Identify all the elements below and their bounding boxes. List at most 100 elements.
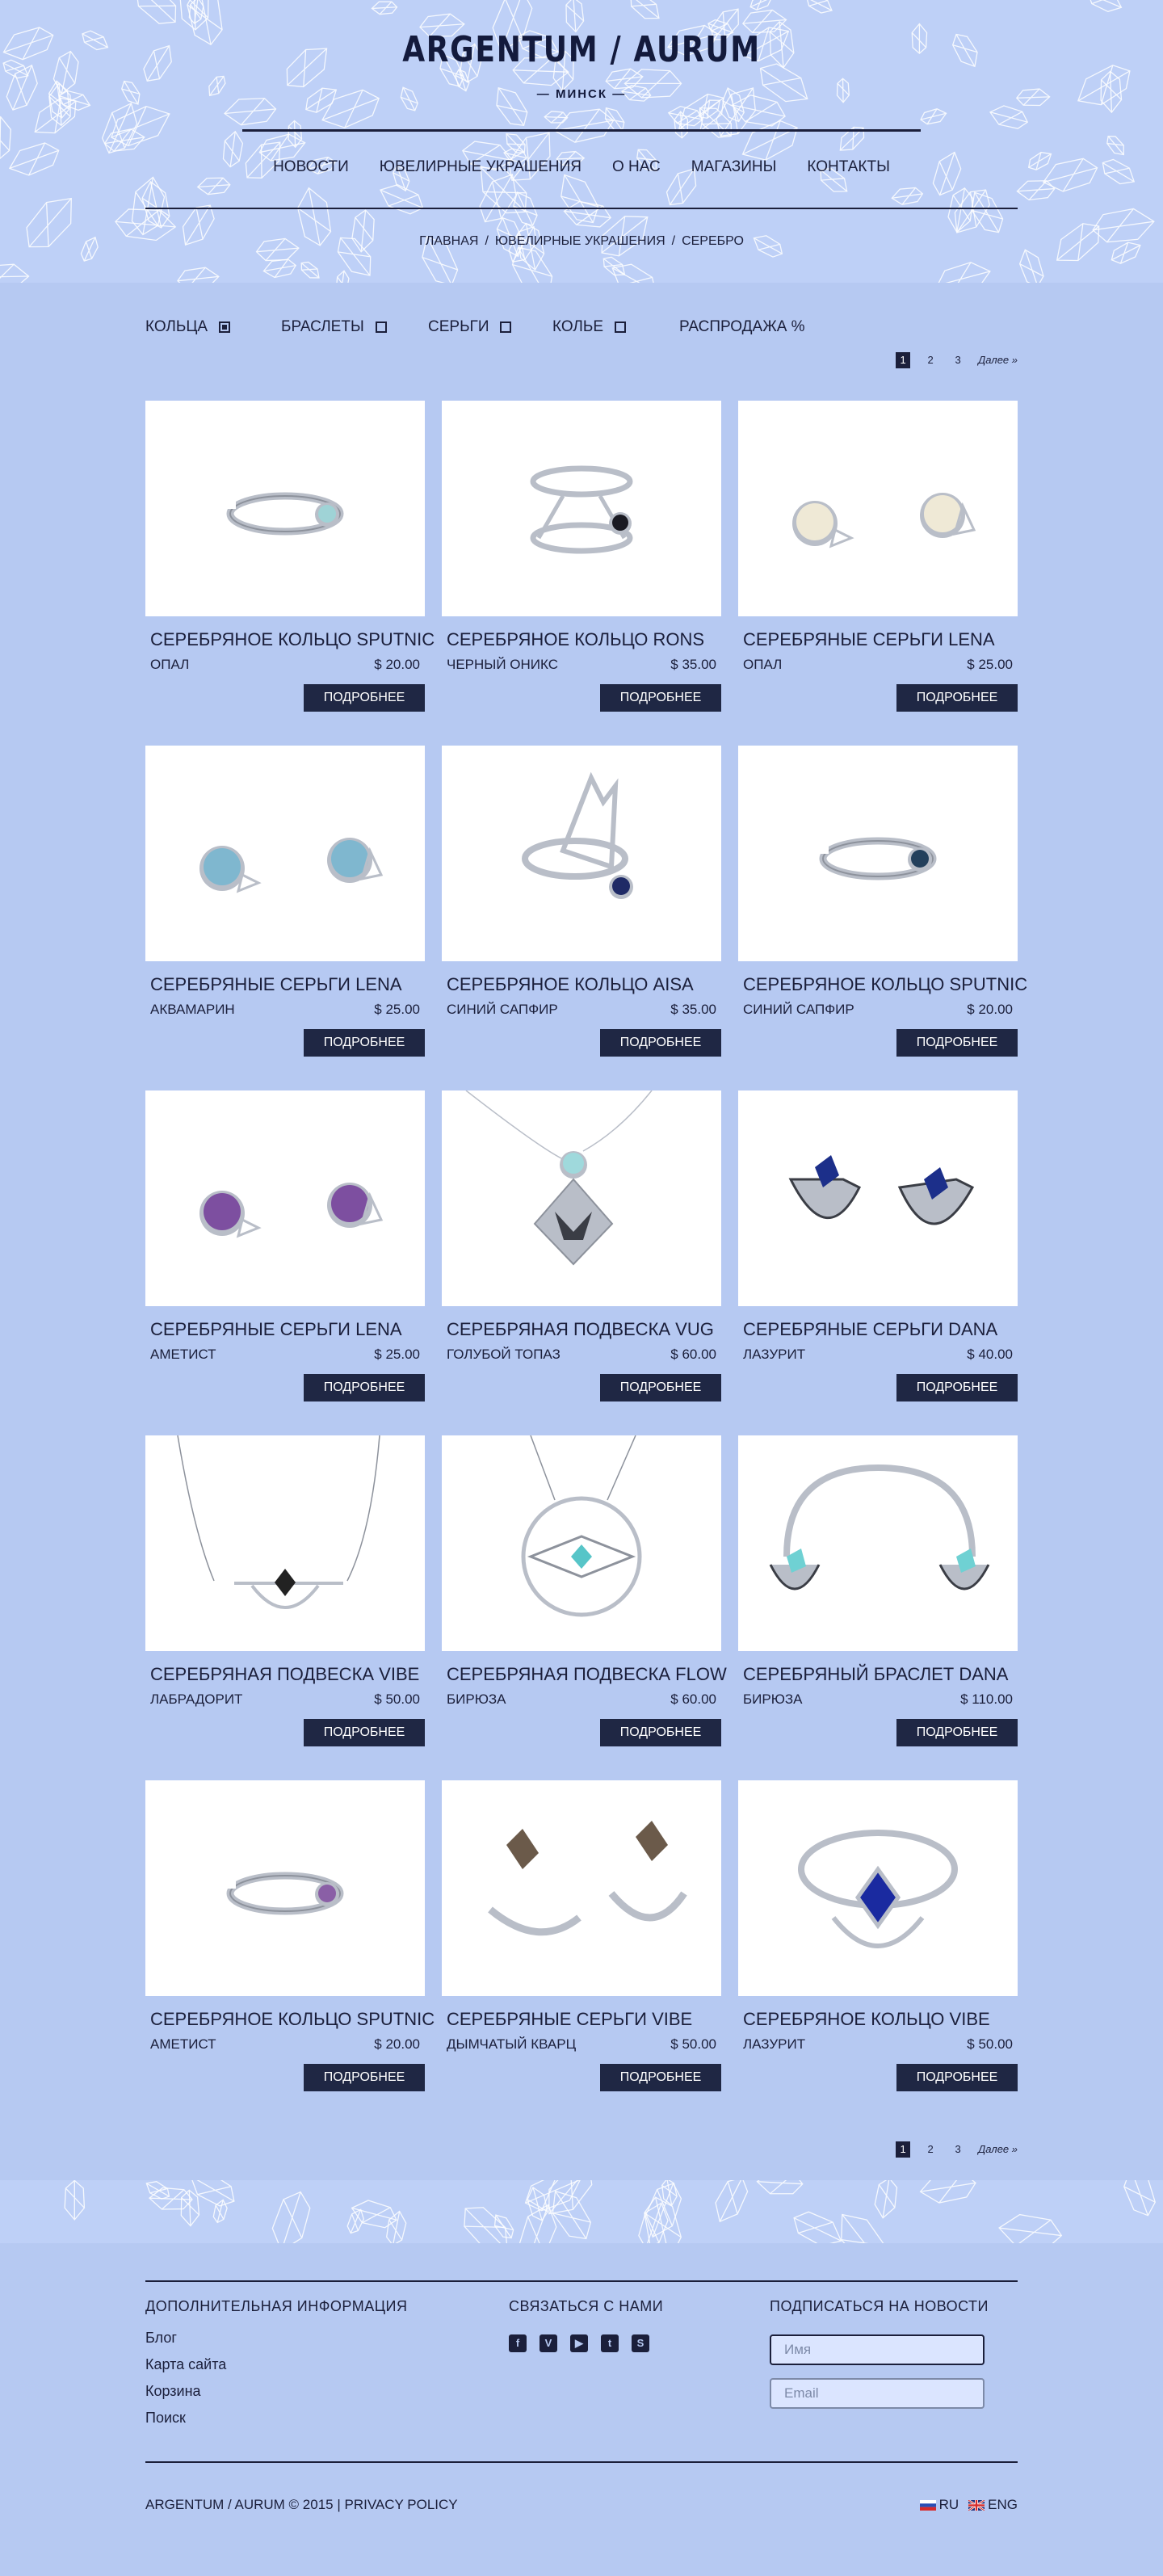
details-button[interactable]: ПОДРОБНЕЕ — [896, 1374, 1018, 1401]
product-name[interactable]: СЕРЕБРЯНЫЕ СЕРЬГИ LENA — [150, 974, 425, 995]
details-button[interactable]: ПОДРОБНЕЕ — [600, 1374, 721, 1401]
details-button[interactable]: ПОДРОБНЕЕ — [600, 684, 721, 712]
product-name[interactable]: СЕРЕБРЯНОЕ КОЛЬЦО RONS — [447, 629, 721, 650]
product-price: $ 50.00 — [374, 1691, 420, 1707]
page-link-2[interactable]: 2 — [923, 352, 938, 368]
name-field[interactable]: Имя — [770, 2334, 985, 2365]
product-name[interactable]: СЕРЕБРЯНЫЕ СЕРЬГИ LENA — [150, 1319, 425, 1340]
details-button[interactable]: ПОДРОБНЕЕ — [304, 1719, 425, 1746]
filter-checkbox[interactable] — [615, 321, 627, 333]
product-image[interactable] — [738, 1090, 1018, 1306]
skype-icon[interactable]: S — [632, 2334, 649, 2352]
details-button[interactable]: ПОДРОБНЕЕ — [896, 1029, 1018, 1057]
filter-0[interactable]: КОЛЬЦА — [145, 318, 231, 336]
product-price: $ 20.00 — [374, 657, 420, 672]
product-name[interactable]: СЕРЕБРЯНЫЕ СЕРЬГИ VIBE — [447, 2009, 721, 2030]
product-stone: ЧЕРНЫЙ ОНИКС — [447, 657, 558, 672]
lang-ru[interactable]: RU — [919, 2497, 959, 2513]
page-link-3[interactable]: 3 — [951, 2141, 965, 2158]
nav-item-1[interactable]: ЮВЕЛИРНЫЕ УКРАШЕНИЯ — [380, 158, 582, 176]
page-link-1[interactable]: 1 — [896, 352, 911, 368]
nav-item-0[interactable]: НОВОСТИ — [273, 158, 349, 176]
page-link-2[interactable]: 2 — [923, 2141, 938, 2158]
breadcrumb-item[interactable]: ГЛАВНАЯ — [419, 234, 478, 248]
product-name[interactable]: СЕРЕБРЯНОЕ КОЛЬЦО SPUTNIC — [743, 974, 1027, 995]
product-image[interactable] — [738, 1780, 1018, 1996]
details-button[interactable]: ПОДРОБНЕЕ — [304, 2064, 425, 2091]
details-button[interactable]: ПОДРОБНЕЕ — [304, 684, 425, 712]
product-card: СЕРЕБРЯНАЯ ПОДВЕСКА VUG ГОЛУБОЙ ТОПАЗ $ 60… — [442, 1090, 721, 1435]
product-actions: ПОДРОБНЕЕ — [442, 1719, 721, 1746]
product-name[interactable]: СЕРЕБРЯНАЯ ПОДВЕСКА VIBE — [150, 1664, 425, 1685]
product-image[interactable] — [442, 746, 721, 961]
product-image[interactable] — [145, 746, 425, 961]
product-name[interactable]: СЕРЕБРЯНАЯ ПОДВЕСКА VUG — [447, 1319, 721, 1340]
page-next-link[interactable]: Далее » — [978, 2141, 1018, 2158]
product-name[interactable]: СЕРЕБРЯНОЕ КОЛЬЦО AISA — [447, 974, 721, 995]
twitter-icon[interactable]: t — [601, 2334, 619, 2352]
product-image[interactable] — [442, 401, 721, 616]
footer-link[interactable]: Корзина — [145, 2383, 408, 2400]
footer-link[interactable]: Блог — [145, 2330, 408, 2347]
product-image[interactable] — [145, 1780, 425, 1996]
nav-item-3[interactable]: МАГАЗИНЫ — [691, 158, 777, 176]
product-stone: ДЫМЧАТЫЙ КВАРЦ — [447, 2036, 577, 2052]
product-image[interactable] — [738, 401, 1018, 616]
product-image[interactable] — [442, 1435, 721, 1651]
page-link-3[interactable]: 3 — [951, 352, 965, 368]
filter-label: СЕРЬГИ — [428, 318, 489, 335]
product-name[interactable]: СЕРЕБРЯНЫЕ СЕРЬГИ LENA — [743, 629, 1018, 650]
page-link-1[interactable]: 1 — [896, 2141, 911, 2158]
product-name[interactable]: СЕРЕБРЯНОЕ КОЛЬЦО SPUTNIC — [150, 629, 435, 650]
product-stone: АКВАМАРИН — [150, 1002, 235, 1017]
filter-1[interactable]: БРАСЛЕТЫ — [281, 318, 387, 336]
product-actions: ПОДРОБНЕЕ — [442, 1374, 721, 1401]
details-button[interactable]: ПОДРОБНЕЕ — [600, 1029, 721, 1057]
filter-3[interactable]: КОЛЬЕ — [552, 318, 627, 336]
footer-link[interactable]: Поиск — [145, 2410, 408, 2427]
product-actions: ПОДРОБНЕЕ — [738, 2064, 1018, 2091]
nav-item-4[interactable]: КОНТАКТЫ — [807, 158, 890, 176]
product-image[interactable] — [145, 1090, 425, 1306]
details-button[interactable]: ПОДРОБНЕЕ — [896, 1719, 1018, 1746]
product-name[interactable]: СЕРЕБРЯНЫЕ СЕРЬГИ DANA — [743, 1319, 1018, 1340]
filter-checkbox[interactable] — [375, 321, 387, 333]
product-image[interactable] — [738, 746, 1018, 961]
youtube-icon[interactable]: ▶ — [570, 2334, 588, 2352]
product-image[interactable] — [738, 1435, 1018, 1651]
page-next-link[interactable]: Далее » — [978, 352, 1018, 368]
details-button[interactable]: ПОДРОБНЕЕ — [304, 1374, 425, 1401]
product-image[interactable] — [145, 401, 425, 616]
footer-link[interactable]: Карта сайта — [145, 2356, 408, 2373]
product-name[interactable]: СЕРЕБРЯНОЕ КОЛЬЦО SPUTNIC — [150, 2009, 435, 2030]
filter-4[interactable]: РАСПРОДАЖА % — [679, 318, 805, 336]
copyright[interactable]: ARGENTUM / AURUM © 2015 | PRIVACY POLICY — [145, 2497, 458, 2513]
filter-checkbox[interactable] — [219, 321, 231, 333]
product-name[interactable]: СЕРЕБРЯНОЕ КОЛЬЦО VIBE — [743, 2009, 1018, 2030]
breadcrumb-item[interactable]: ЮВЕЛИРНЫЕ УКРАШЕНИЯ — [495, 234, 665, 248]
site-logo[interactable]: ARGENTUM / AURUM — [105, 29, 1059, 70]
product-stone: АМЕТИСТ — [150, 1347, 216, 1362]
nav-item-2[interactable]: О НАС — [612, 158, 661, 176]
product-image[interactable] — [442, 1090, 721, 1306]
vimeo-icon[interactable]: V — [540, 2334, 557, 2352]
product-name[interactable]: СЕРЕБРЯНАЯ ПОДВЕСКА FLOW — [447, 1664, 727, 1685]
product-actions: ПОДРОБНЕЕ — [442, 1029, 721, 1057]
product-name[interactable]: СЕРЕБРЯНЫЙ БРАСЛЕТ DANA — [743, 1664, 1018, 1685]
details-button[interactable]: ПОДРОБНЕЕ — [304, 1029, 425, 1057]
email-field[interactable]: Email — [770, 2378, 985, 2409]
product-actions: ПОДРОБНЕЕ — [442, 2064, 721, 2091]
details-button[interactable]: ПОДРОБНЕЕ — [896, 684, 1018, 712]
filter-2[interactable]: СЕРЬГИ — [428, 318, 512, 336]
filter-checkbox[interactable] — [500, 321, 512, 333]
product-image[interactable] — [442, 1780, 721, 1996]
details-button[interactable]: ПОДРОБНЕЕ — [600, 2064, 721, 2091]
details-button[interactable]: ПОДРОБНЕЕ — [896, 2064, 1018, 2091]
details-button[interactable]: ПОДРОБНЕЕ — [600, 1719, 721, 1746]
facebook-icon[interactable]: f — [509, 2334, 527, 2352]
footer-info-column: ДОПОЛНИТЕЛЬНАЯ ИНФОРМАЦИЯ Блог Карта сайт… — [145, 2298, 408, 2436]
breadcrumb-item[interactable]: СЕРЕБРО — [682, 234, 744, 248]
lang-en[interactable]: ENG — [968, 2497, 1018, 2513]
product-grid: СЕРЕБРЯНОЕ КОЛЬЦО SPUTNIC ОПАЛ $ 20.00 ПОДР… — [145, 401, 1027, 2125]
product-image[interactable] — [145, 1435, 425, 1651]
